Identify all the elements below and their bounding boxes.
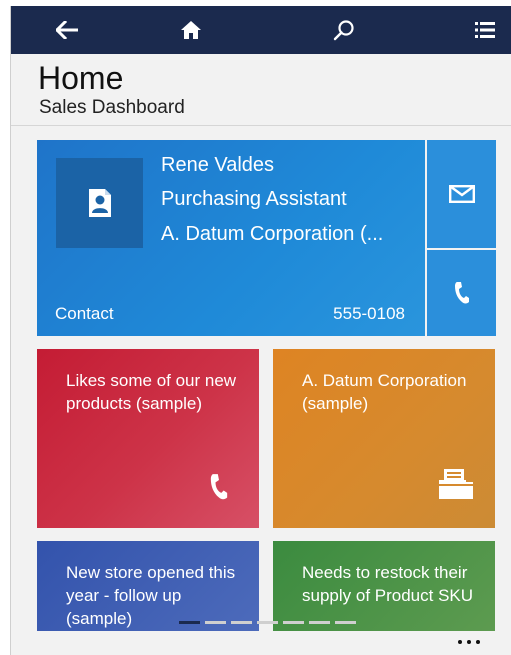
account-tile-orange[interactable]: A. Datum Corporation (sample) xyxy=(273,349,495,528)
page-indicator-dot[interactable] xyxy=(335,621,356,624)
tile-text: A. Datum Corporation (sample) xyxy=(302,371,467,413)
page-indicator-dot[interactable] xyxy=(205,621,226,624)
top-navbar xyxy=(11,6,511,54)
tile-text: Needs to restock their supply of Product… xyxy=(302,563,474,605)
activity-tile-red[interactable]: Likes some of our new products (sample) xyxy=(37,349,259,528)
home-button[interactable] xyxy=(161,6,221,54)
app-frame: Home Sales Dashboard Rene Valdes Purchas… xyxy=(10,6,511,655)
avatar xyxy=(56,158,143,248)
page-indicator-dot[interactable] xyxy=(257,621,278,624)
tile-text: Likes some of our new products (sample) xyxy=(66,371,237,413)
activity-tile-blue[interactable]: New store opened this year - follow up (… xyxy=(37,541,259,631)
folder-document-icon xyxy=(439,469,473,499)
contact-name: Rene Valdes xyxy=(161,154,275,176)
page-header: Home Sales Dashboard xyxy=(11,54,511,126)
page-indicator-dot[interactable] xyxy=(179,621,200,624)
more-options-button[interactable] xyxy=(447,634,491,650)
page-indicator-dot[interactable] xyxy=(283,621,304,624)
ellipsis-dot xyxy=(476,640,480,644)
ellipsis-dot xyxy=(458,640,462,644)
page-indicator-dot[interactable] xyxy=(231,621,252,624)
page-indicator xyxy=(179,621,356,625)
search-button[interactable] xyxy=(314,6,374,54)
call-button[interactable] xyxy=(427,250,496,336)
contact-company: A. Datum Corporation (... xyxy=(161,223,384,245)
dashboard-content: Rene Valdes Purchasing Assistant A. Datu… xyxy=(11,127,511,655)
ellipsis-dot xyxy=(467,640,471,644)
activity-tile-green[interactable]: Needs to restock their supply of Product… xyxy=(273,541,495,631)
list-menu-icon xyxy=(475,22,495,38)
contact-card-icon xyxy=(88,189,111,217)
contact-tile[interactable]: Rene Valdes Purchasing Assistant A. Datu… xyxy=(37,140,425,336)
page-subtitle: Sales Dashboard xyxy=(39,97,185,118)
phone-icon xyxy=(454,282,469,304)
menu-button[interactable] xyxy=(455,6,511,54)
email-button[interactable] xyxy=(427,140,496,248)
tile-text: New store opened this year - follow up (… xyxy=(66,563,236,628)
contact-phone: 555-0108 xyxy=(333,304,405,323)
back-button[interactable] xyxy=(37,6,97,54)
contact-role: Purchasing Assistant xyxy=(161,188,347,210)
search-icon xyxy=(333,20,354,41)
contact-type-label: Contact xyxy=(55,304,114,323)
phone-icon xyxy=(210,474,228,500)
home-icon xyxy=(181,21,201,39)
envelope-icon xyxy=(448,185,475,203)
page-title: Home xyxy=(38,60,124,96)
arrow-left-icon xyxy=(56,21,78,39)
page-indicator-dot[interactable] xyxy=(309,621,330,624)
